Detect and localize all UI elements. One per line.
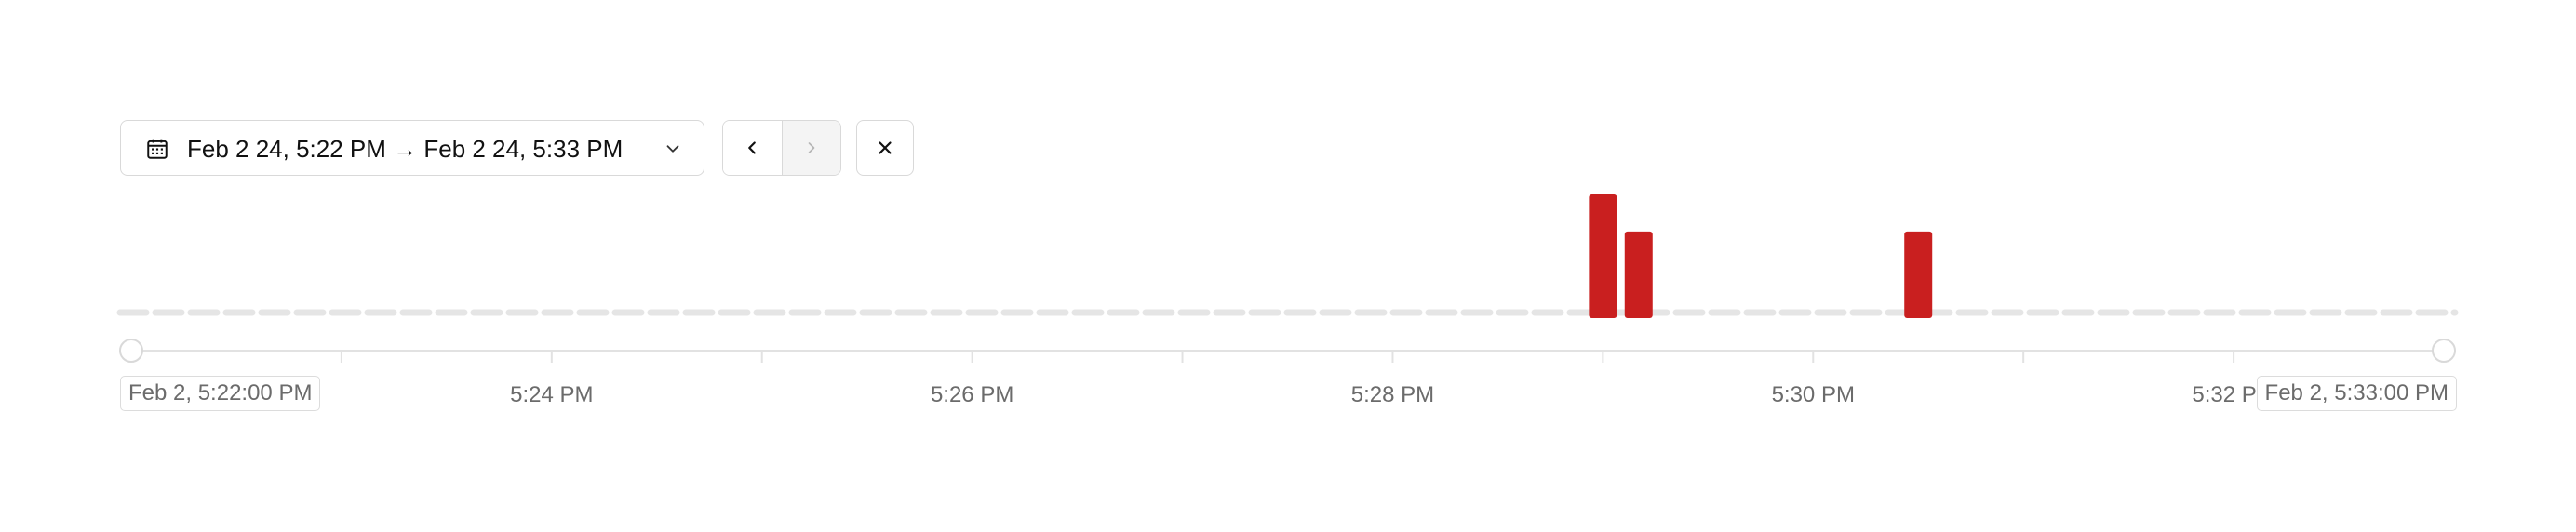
timeline-end-label: Feb 2, 5:33:00 PM xyxy=(2256,376,2457,411)
histogram-bar[interactable] xyxy=(1904,231,1933,318)
range-start-handle[interactable] xyxy=(119,339,143,363)
range-end-handle[interactable] xyxy=(2432,339,2456,363)
tick-label: 5:28 PM xyxy=(1351,382,1434,407)
timeline-start-label: Feb 2, 5:22:00 PM xyxy=(120,376,321,411)
event-histogram: 5:24 PM 5:26 PM 5:28 PM 5:30 PM 5:32 PM xyxy=(116,194,2459,407)
histogram-bar[interactable] xyxy=(1589,194,1617,318)
tick-label: 5:30 PM xyxy=(1772,382,1855,407)
histogram-bar[interactable] xyxy=(1624,231,1653,318)
tick-label: 5:26 PM xyxy=(931,382,1013,407)
tick-label: 5:24 PM xyxy=(510,382,593,407)
